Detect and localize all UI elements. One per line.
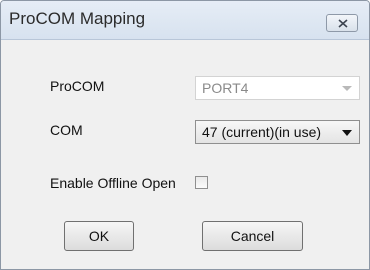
com-label: COM bbox=[50, 122, 83, 138]
com-select[interactable]: 47 (current)(in use) bbox=[195, 120, 360, 144]
dialog-body: ProCOM PORT4 COM 47 (current)(in use) En… bbox=[1, 40, 369, 269]
chevron-down-icon bbox=[342, 130, 352, 136]
procom-select: PORT4 bbox=[195, 76, 360, 100]
procom-select-value: PORT4 bbox=[202, 80, 249, 96]
close-icon bbox=[338, 19, 348, 28]
procom-mapping-dialog: ProCOM Mapping ProCOM PORT4 COM 47 (curr… bbox=[0, 0, 370, 270]
chevron-down-icon bbox=[342, 86, 352, 91]
cancel-button[interactable]: Cancel bbox=[202, 221, 303, 251]
offline-open-label: Enable Offline Open bbox=[50, 175, 176, 191]
ok-button[interactable]: OK bbox=[64, 221, 134, 251]
offline-open-checkbox[interactable] bbox=[195, 176, 208, 189]
title-bar[interactable]: ProCOM Mapping bbox=[1, 1, 369, 40]
procom-label: ProCOM bbox=[50, 78, 105, 94]
com-select-value: 47 (current)(in use) bbox=[202, 124, 322, 140]
dialog-title: ProCOM Mapping bbox=[9, 9, 146, 28]
close-button[interactable] bbox=[326, 14, 358, 32]
